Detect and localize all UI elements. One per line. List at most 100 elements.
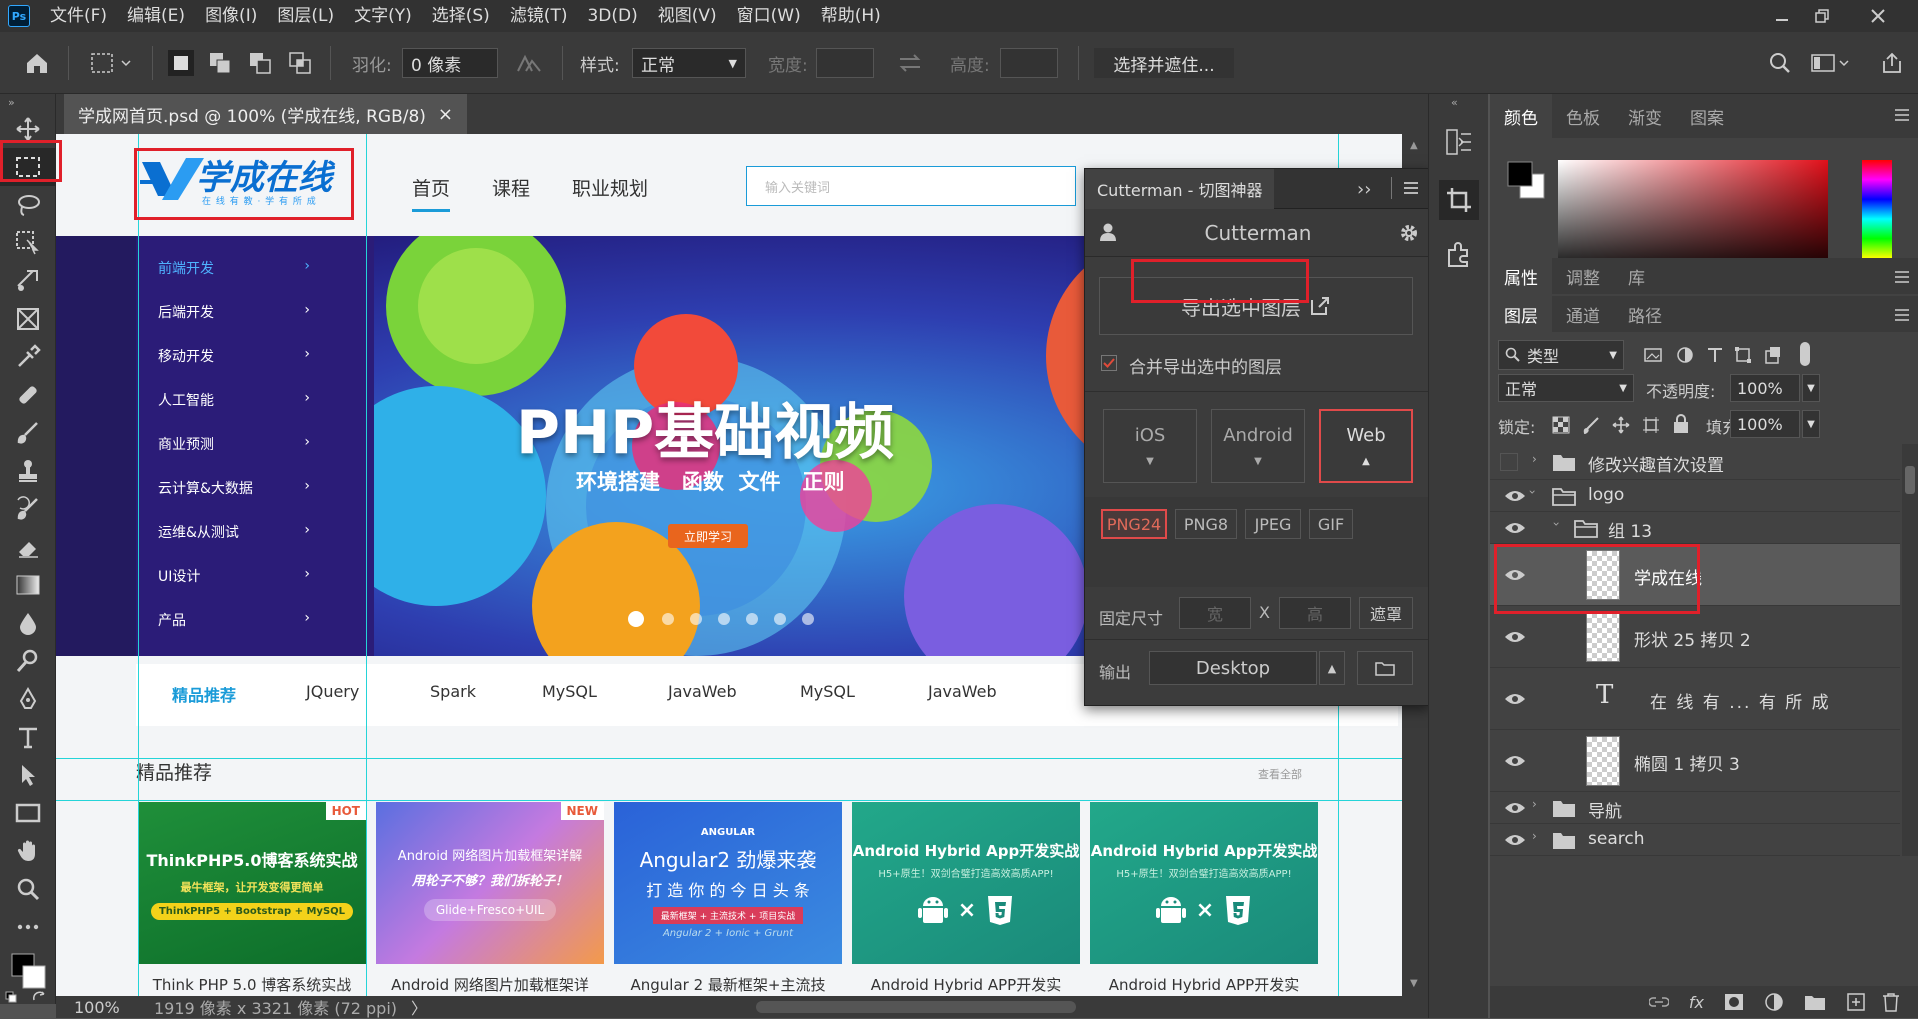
format-png8-button[interactable]: PNG8 bbox=[1175, 509, 1237, 539]
tag-item[interactable]: JavaWeb bbox=[668, 682, 737, 701]
menu-select[interactable]: 选择(S) bbox=[422, 0, 500, 32]
filter-shape-icon[interactable] bbox=[1734, 346, 1752, 368]
site-sidebar-item[interactable]: 云计算&大数据 › bbox=[158, 478, 310, 498]
blur-tool-icon[interactable] bbox=[0, 604, 56, 642]
plugin-panel-icon[interactable] bbox=[1445, 240, 1473, 272]
eye-icon[interactable] bbox=[1504, 630, 1526, 644]
tab-paths[interactable]: 路径 bbox=[1614, 296, 1676, 332]
marquee-preset-icon[interactable] bbox=[90, 48, 134, 78]
height-input[interactable] bbox=[1000, 48, 1058, 78]
platform-android-button[interactable]: Android ▼ bbox=[1211, 409, 1305, 483]
eyedropper-tool-icon[interactable] bbox=[0, 338, 56, 376]
selection-intersect-icon[interactable] bbox=[288, 48, 312, 78]
fill-input[interactable]: 100% bbox=[1730, 410, 1800, 438]
menu-help[interactable]: 帮助(H) bbox=[811, 0, 891, 32]
course-card[interactable]: HOT ThinkPHP5.0博客系统实战 最牛框架，让开发变得更简单 Thin… bbox=[138, 802, 366, 964]
tab-gradients[interactable]: 渐变 bbox=[1614, 94, 1676, 138]
site-nav-home[interactable]: 首页 bbox=[412, 174, 451, 212]
tag-item[interactable]: Spark bbox=[430, 682, 476, 701]
menu-filter[interactable]: 滤镜(T) bbox=[500, 0, 578, 32]
filter-smart-object-icon[interactable] bbox=[1764, 346, 1782, 368]
tag-item[interactable]: JavaWeb bbox=[928, 682, 997, 701]
chevron-down-icon[interactable]: › bbox=[1525, 490, 1539, 495]
hand-tool-icon[interactable] bbox=[0, 832, 56, 870]
layer-row[interactable]: › 导航 bbox=[1490, 792, 1900, 824]
site-sidebar-item[interactable]: 运维&从测试 › bbox=[158, 522, 310, 542]
site-sidebar-item[interactable]: 移动开发 › bbox=[158, 346, 310, 366]
eye-icon[interactable] bbox=[1504, 801, 1526, 815]
share-icon[interactable] bbox=[1880, 48, 1904, 78]
format-gif-button[interactable]: GIF bbox=[1309, 509, 1353, 539]
zoom-level[interactable]: 100% bbox=[74, 998, 134, 1017]
color-swatches-icon[interactable] bbox=[1506, 160, 1546, 204]
visibility-toggle-off[interactable] bbox=[1500, 453, 1518, 471]
anti-alias-icon[interactable] bbox=[516, 48, 542, 78]
filter-toggle[interactable] bbox=[1800, 342, 1810, 366]
add-mask-icon[interactable] bbox=[1724, 993, 1744, 1011]
chevron-down-icon[interactable]: ▼ bbox=[1802, 410, 1820, 438]
workspace-icon[interactable] bbox=[1810, 48, 1850, 78]
link-layers-icon[interactable] bbox=[1648, 995, 1669, 1009]
chevron-right-icon[interactable]: › bbox=[1532, 797, 1537, 811]
tag-item[interactable]: JQuery bbox=[306, 682, 359, 701]
lasso-tool-icon[interactable] bbox=[0, 186, 56, 224]
eye-icon[interactable] bbox=[1504, 568, 1526, 582]
tab-layers[interactable]: 图层 bbox=[1490, 296, 1552, 332]
platform-web-button[interactable]: Web ▲ bbox=[1319, 409, 1413, 483]
menu-view[interactable]: 视图(V) bbox=[648, 0, 727, 32]
eye-icon[interactable] bbox=[1504, 489, 1526, 503]
layer-filter-select[interactable]: 类型 ▼ bbox=[1498, 340, 1624, 370]
menu-edit[interactable]: 编辑(E) bbox=[117, 0, 195, 32]
blend-mode-select[interactable]: 正常 ▼ bbox=[1498, 374, 1634, 402]
eye-icon[interactable] bbox=[1504, 692, 1526, 706]
scroll-thumb[interactable] bbox=[1905, 466, 1915, 494]
site-sidebar-item[interactable]: 后端开发 › bbox=[158, 302, 310, 322]
tag-item[interactable]: MySQL bbox=[542, 682, 597, 701]
restore-icon[interactable] bbox=[1802, 0, 1842, 32]
width-input[interactable] bbox=[816, 48, 874, 78]
rectangle-tool-icon[interactable] bbox=[0, 794, 56, 832]
pen-tool-icon[interactable] bbox=[0, 680, 56, 718]
tab-channels[interactable]: 通道 bbox=[1552, 296, 1614, 332]
chevron-down-icon[interactable]: ▼ bbox=[1802, 374, 1820, 402]
banner-learn-button[interactable]: 立即学习 bbox=[668, 524, 748, 548]
new-layer-icon[interactable] bbox=[1846, 992, 1866, 1012]
course-card[interactable]: NEW Android 网络图片加载框架详解 用轮子不够？我们拆轮子！ Glid… bbox=[376, 802, 604, 964]
chevron-down-icon[interactable]: › bbox=[1549, 522, 1563, 527]
lock-all-icon[interactable] bbox=[1672, 414, 1690, 438]
scroll-down-icon[interactable]: ▼ bbox=[1410, 978, 1418, 989]
layer-row[interactable]: 椭圆 1 拷贝 3 bbox=[1490, 730, 1900, 792]
format-png24-button[interactable]: PNG24 bbox=[1101, 509, 1167, 539]
object-selection-tool-icon[interactable] bbox=[0, 224, 56, 262]
tab-libraries[interactable]: 库 bbox=[1614, 258, 1659, 294]
swap-icon[interactable] bbox=[898, 48, 922, 78]
adjustment-layer-icon[interactable] bbox=[1764, 992, 1784, 1012]
eye-icon[interactable] bbox=[1504, 754, 1526, 768]
fixed-width-input[interactable]: 宽 bbox=[1179, 597, 1251, 629]
type-tool-icon[interactable] bbox=[0, 718, 56, 756]
history-brush-tool-icon[interactable] bbox=[0, 490, 56, 528]
minimize-icon[interactable] bbox=[1762, 0, 1802, 32]
zoom-tool-icon[interactable] bbox=[0, 870, 56, 908]
feather-input[interactable]: 0 像素 bbox=[402, 48, 498, 78]
merge-checkbox[interactable] bbox=[1101, 355, 1117, 371]
home-icon[interactable] bbox=[24, 48, 50, 78]
horizontal-scrollbar[interactable] bbox=[756, 1001, 1076, 1013]
eraser-tool-icon[interactable] bbox=[0, 528, 56, 566]
more-tools-icon[interactable] bbox=[0, 908, 56, 946]
fixed-height-input[interactable]: 高 bbox=[1279, 597, 1351, 629]
filter-type-icon[interactable] bbox=[1706, 346, 1724, 368]
cutterman-tab[interactable]: Cutterman - 切图神器 bbox=[1085, 169, 1275, 209]
frame-tool-icon[interactable] bbox=[0, 300, 56, 338]
course-card[interactable]: Android Hybrid App开发实战 H5+原生！双剑合璧打造高效高质A… bbox=[1090, 802, 1318, 964]
mask-button[interactable]: 遮罩 bbox=[1359, 597, 1413, 629]
select-and-mask-button[interactable]: 选择并遮住... bbox=[1094, 48, 1234, 78]
format-jpeg-button[interactable]: JPEG bbox=[1245, 509, 1301, 539]
scroll-up-icon[interactable]: ▲ bbox=[1410, 140, 1418, 151]
selection-add-icon[interactable] bbox=[208, 48, 232, 78]
platform-ios-button[interactable]: iOS ▼ bbox=[1103, 409, 1197, 483]
site-search-input[interactable]: 输入关键词 bbox=[746, 166, 1076, 206]
layer-row[interactable]: › 组 13 bbox=[1490, 512, 1900, 544]
crop-tool-icon[interactable] bbox=[0, 262, 56, 300]
layer-row[interactable]: › logo bbox=[1490, 480, 1900, 512]
